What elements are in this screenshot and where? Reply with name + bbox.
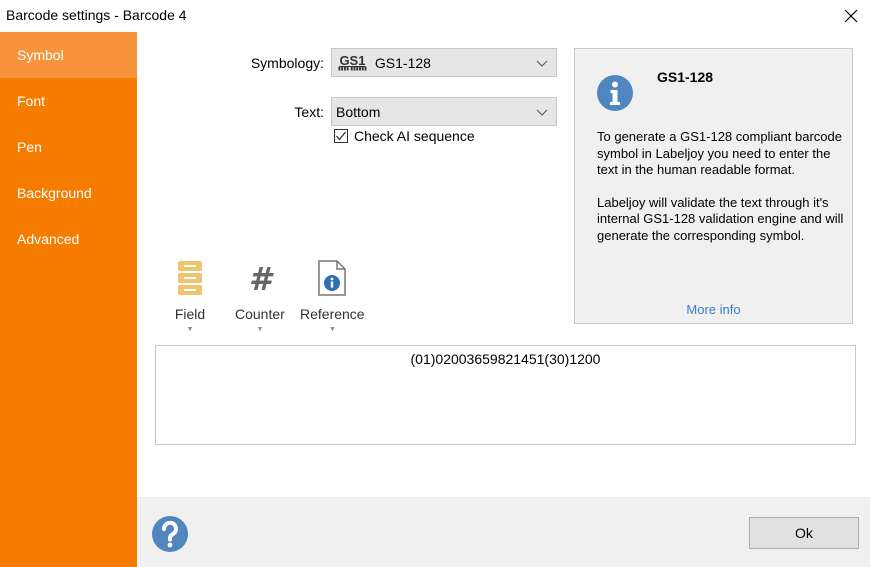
sidebar-item-label: Background [17,185,92,201]
info-body: To generate a GS1-128 compliant barcode … [597,129,847,260]
text-position-value: Bottom [336,103,381,120]
chevron-down-icon [536,109,548,116]
text-label: Text: [294,104,324,120]
dropdown-arrow-icon: ▼ [328,326,336,333]
sidebar-item-label: Advanced [17,231,80,247]
sidebar-item-background[interactable]: Background [0,170,137,216]
checkmark-icon [336,131,347,141]
gs1-logo-text: GS1 [339,52,366,68]
info-title: GS1-128 [657,69,714,85]
symbology-select[interactable]: GS1 ▮▮▮▮ ▮▮▮▮▮▮ GS1-128 [331,48,557,77]
sidebar-item-label: Symbol [17,47,64,63]
gs1-logo-bars: ▮▮▮▮ ▮▮▮▮▮▮ [338,65,367,72]
close-icon [844,9,858,23]
close-button[interactable] [832,2,870,30]
sidebar-item-pen[interactable]: Pen [0,124,137,170]
checkbox-box[interactable] [334,129,348,143]
dropdown-arrow-icon: ▼ [256,326,264,333]
help-icon[interactable] [152,516,188,552]
field-label: Field [174,306,206,322]
sidebar-item-font[interactable]: Font [0,78,137,124]
sidebar-item-symbol[interactable]: Symbol [0,32,137,78]
counter-label: Counter [235,306,285,322]
database-field-icon [170,258,210,298]
info-icon [597,75,633,111]
footer: Ok [137,497,870,567]
document-info-icon [312,258,352,298]
chevron-down-icon [536,60,548,67]
text-position-select[interactable]: Bottom [331,97,557,126]
ok-button[interactable]: Ok [749,517,859,549]
dropdown-arrow-icon: ▼ [186,326,194,333]
gs1-logo-icon: GS1 ▮▮▮▮ ▮▮▮▮▮▮ [338,54,367,72]
barcode-text-input[interactable]: (01)02003659821451(30)1200 [155,345,856,445]
hash-counter-icon: # [240,258,280,298]
reference-label: Reference [300,306,365,322]
info-paragraph: To generate a GS1-128 compliant barcode … [597,129,842,177]
symbology-label: Symbology: [250,55,324,71]
field-button[interactable]: Field ▼ [170,258,210,333]
svg-text:#: # [249,262,274,294]
reference-button[interactable]: Reference ▼ [300,258,365,333]
sidebar-item-advanced[interactable]: Advanced [0,216,137,262]
check-ai-sequence-label: Check AI sequence [354,128,475,144]
sidebar-item-label: Font [17,93,46,109]
check-ai-sequence-checkbox[interactable]: Check AI sequence [334,128,475,144]
info-panel: GS1-128 To generate a GS1-128 compliant … [574,48,853,324]
more-info-link[interactable]: More info [575,302,852,317]
window-title: Barcode settings - Barcode 4 [6,7,187,23]
info-paragraph: Labeljoy will validate the text through … [597,194,844,243]
title-bar: Barcode settings - Barcode 4 [0,0,870,32]
barcode-text-value: (01)02003659821451(30)1200 [410,351,601,367]
sidebar: Symbol Font Pen Background Advanced [0,32,137,567]
counter-button[interactable]: # Counter ▼ [235,258,285,333]
symbology-value: GS1-128 [374,54,431,71]
sidebar-item-label: Pen [17,139,42,155]
